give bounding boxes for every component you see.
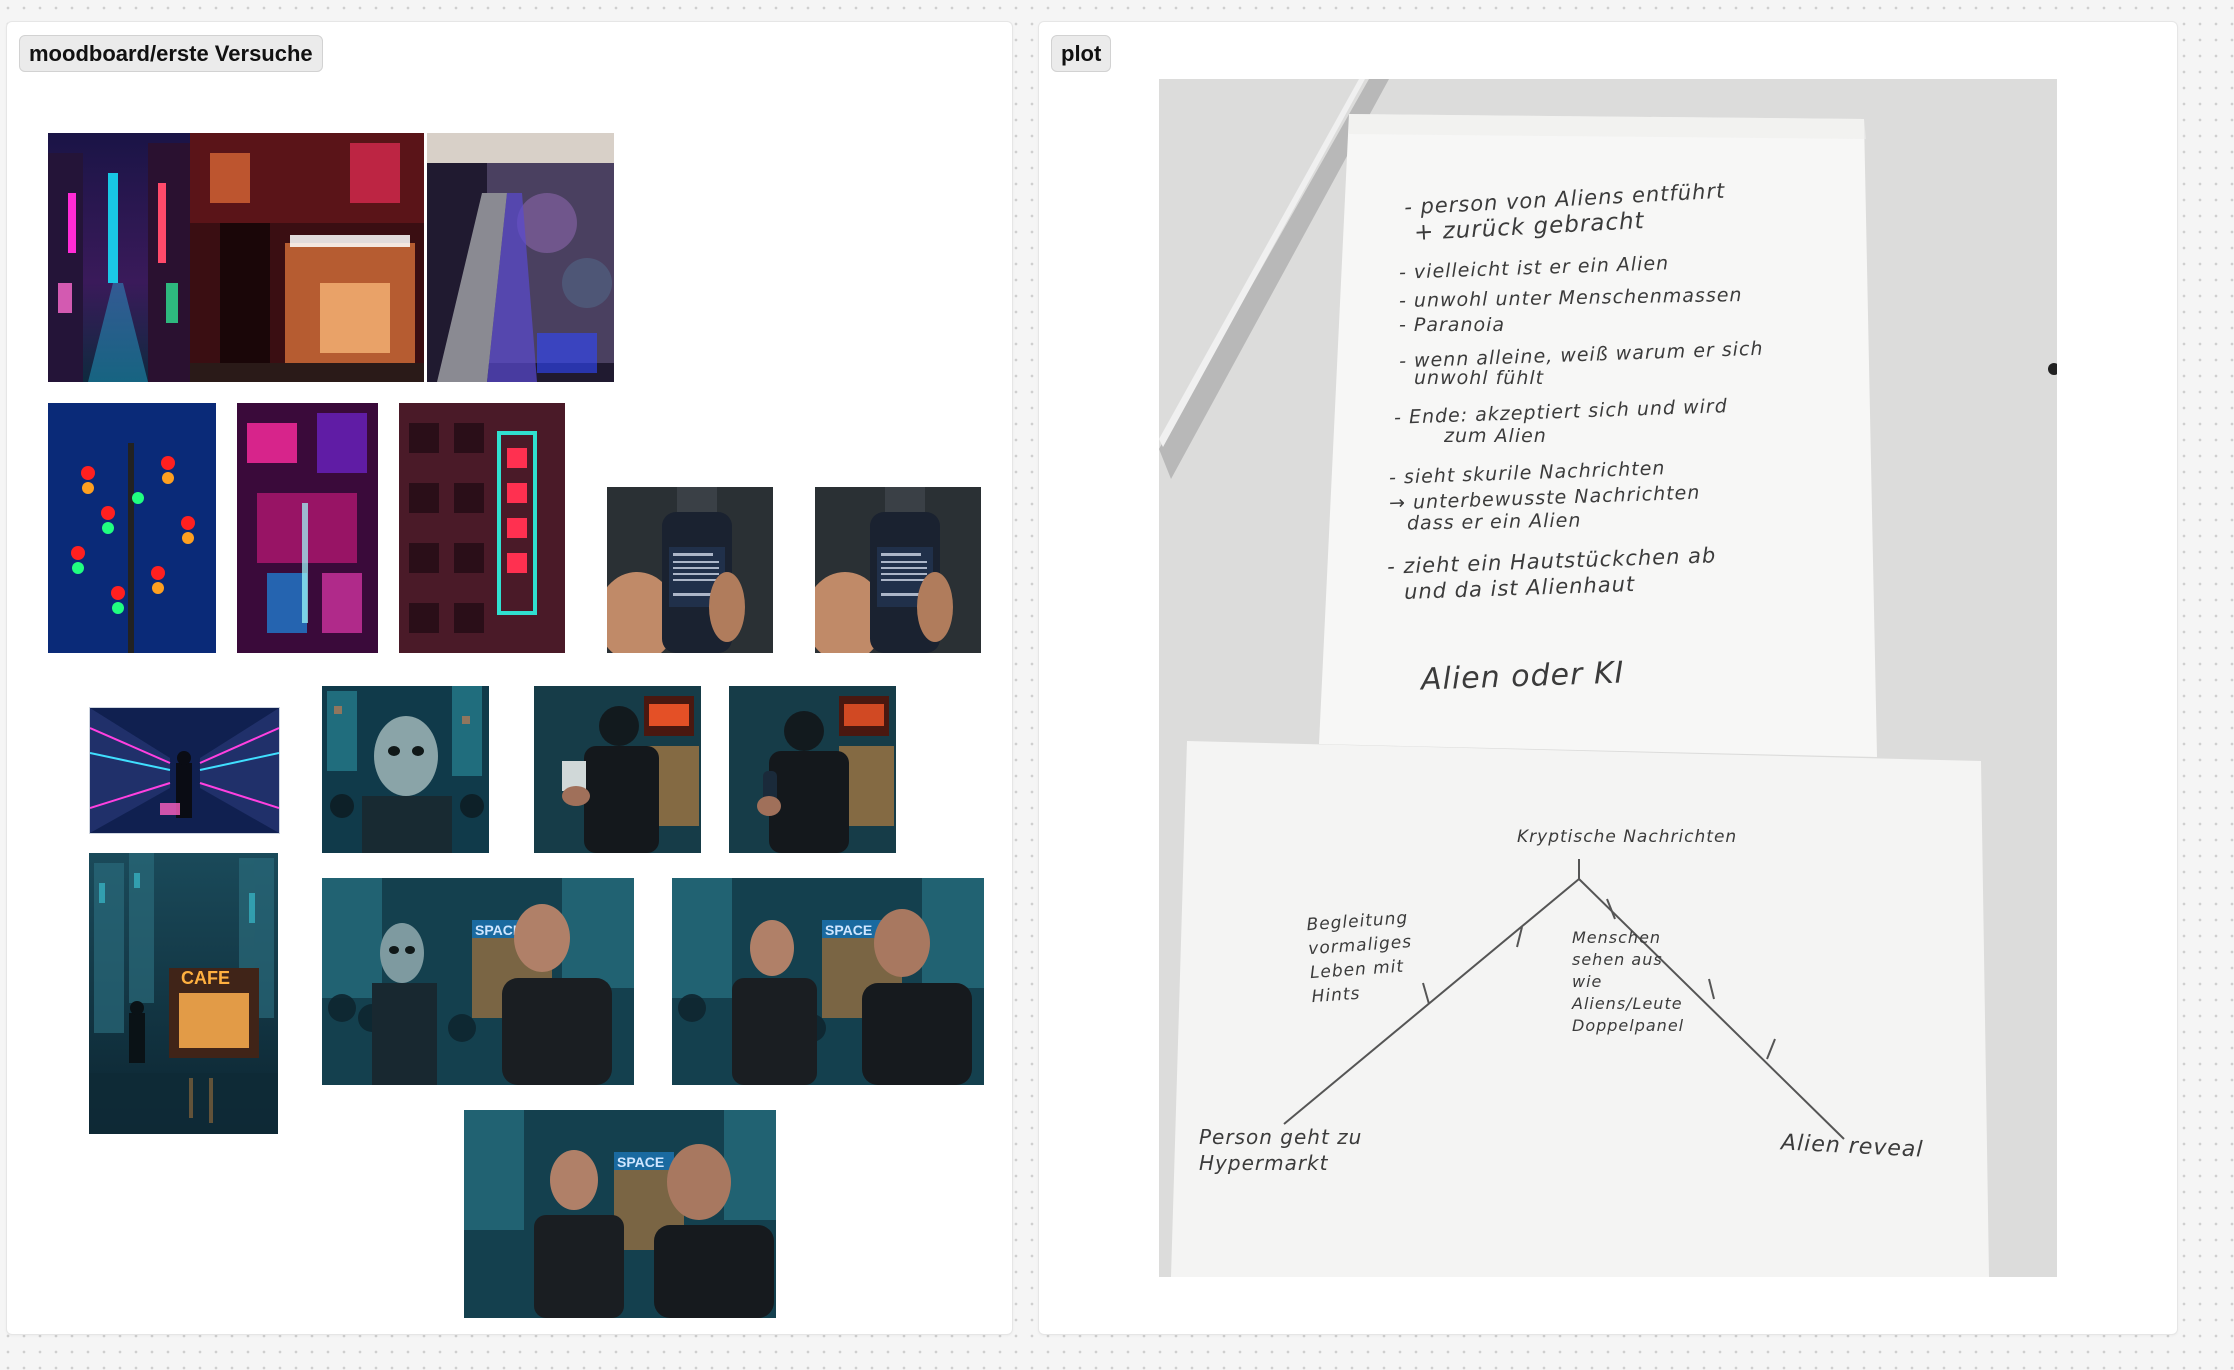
space-sign-text: SPACE	[825, 922, 872, 938]
two-men-space-image[interactable]: SPACE	[672, 878, 984, 1085]
note-footer: Alien oder KI	[1420, 655, 1626, 698]
frame-title-moodboard[interactable]: moodboard/erste Versuche	[19, 35, 323, 72]
red-building-storefront-image[interactable]	[190, 133, 424, 382]
note-line: - Paranoia	[1399, 314, 1506, 336]
diagram-left-mid-label: Begleitung vormaliges Leben mit Hints	[1305, 908, 1413, 1008]
note-line: zum Alien	[1444, 425, 1547, 447]
chinese-neon-sign-building-image[interactable]	[399, 403, 565, 653]
plot-notes-photo[interactable]: - person von Aliens entführt + zurück ge…	[1159, 79, 2057, 1277]
diagram-left-end-label: Person geht zu Hypermarkt	[1199, 1125, 1363, 1175]
bottle-in-hand-image-2[interactable]	[815, 487, 981, 653]
cafe-sign-text: CAFE	[181, 968, 230, 988]
frame-title-plot[interactable]: plot	[1051, 35, 1112, 72]
note-line: dass er ein Alien	[1406, 509, 1582, 535]
neon-alley-image[interactable]	[48, 133, 190, 382]
alien-face-crowd-image[interactable]	[322, 686, 489, 853]
diagram-right-mid-label: Menschen sehen aus wie Aliens/Leute Dopp…	[1572, 928, 1685, 1035]
two-men-space-closeup-image[interactable]: SPACE	[464, 1110, 776, 1318]
note-line: unwohl fühlt	[1414, 367, 1545, 389]
graffiti-escalator-image[interactable]	[427, 133, 614, 382]
supermarket-aisle-man-image[interactable]	[89, 707, 280, 834]
bottle-in-hand-image-1[interactable]	[607, 487, 773, 653]
neon-facade-pink-image[interactable]	[237, 403, 378, 653]
man-holding-bottle-cafe-image[interactable]	[729, 686, 896, 853]
diagram-peak-label: Kryptische Nachrichten	[1517, 827, 1738, 847]
space-sign-text: SPACE	[617, 1154, 664, 1170]
alien-and-man-space-image[interactable]: SPACE	[322, 878, 634, 1085]
man-holding-card-cafe-image[interactable]	[534, 686, 701, 853]
traffic-lights-tree-image[interactable]	[48, 403, 216, 653]
cafe-street-night-image[interactable]: CAFE	[89, 853, 278, 1134]
